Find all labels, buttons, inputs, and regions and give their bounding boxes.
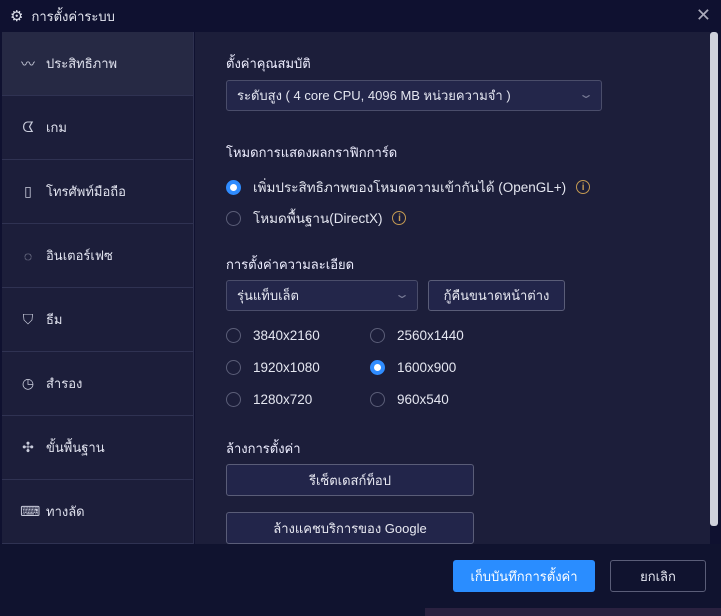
performance-heading: ตั้งค่าคุณสมบัติ: [226, 56, 311, 71]
radio-label: 2560x1440: [397, 328, 464, 343]
graphics-option-opengl[interactable]: เพิ่มประสิทธิภาพของโหมดความเข้ากันได้ (O…: [226, 176, 591, 198]
sidebar-item-label: ขั้นพื้นฐาน: [46, 440, 105, 455]
shirt-icon: ⛉: [22, 311, 34, 327]
close-icon[interactable]: ✕: [696, 5, 711, 26]
background-strip: [425, 608, 721, 616]
resolution-option[interactable]: 3840x2160: [226, 328, 320, 343]
info-icon[interactable]: i: [392, 211, 407, 225]
gamepad-icon: ᗧ: [22, 119, 34, 135]
sidebar-item-theme[interactable]: ⛉ ธีม: [2, 288, 193, 352]
graphics-heading: โหมดการแสดงผลกราฟิกการ์ด: [226, 145, 398, 160]
radio-label: 3840x2160: [253, 328, 320, 343]
gear-icon: ⚙: [10, 8, 24, 25]
restore-window-size-button[interactable]: กู้คืนขนาดหน้าต่าง: [428, 280, 565, 311]
sidebar-item-label: สำรอง: [46, 376, 83, 391]
pulse-icon: 〰: [21, 55, 35, 72]
scrollbar[interactable]: [710, 32, 718, 526]
history-icon: ◷: [21, 375, 35, 391]
radio-label: เพิ่มประสิทธิภาพของโหมดความเข้ากันได้ (O…: [253, 180, 567, 195]
radio-icon: [226, 179, 241, 195]
radio-icon: [226, 210, 241, 226]
performance-value: ระดับสูง ( 4 core CPU, 4096 MB หน่วยความ…: [237, 88, 511, 103]
radio-label: 1280x720: [253, 392, 313, 407]
resolution-option-selected[interactable]: 1600x900: [370, 360, 456, 375]
sidebar: 〰 ประสิทธิภาพ ᗧ เกม ▯ โทรศัพท์มือถือ ◌ อินเต…: [2, 32, 194, 544]
sidebar-item-basic[interactable]: ✣ ขั้นพื้นฐาน: [2, 416, 193, 480]
sidebar-item-label: โทรศัพท์มือถือ: [46, 184, 126, 199]
reset-heading: ล้างการตั้งค่า: [226, 441, 301, 456]
resolution-option[interactable]: 1280x720: [226, 392, 312, 407]
sidebar-item-game[interactable]: ᗧ เกม: [2, 96, 193, 160]
radio-icon: [370, 328, 385, 343]
sidebar-item-performance[interactable]: 〰 ประสิทธิภาพ: [2, 32, 193, 96]
reset-desktop-button[interactable]: รีเซ็ตเดสก์ท็อป: [226, 464, 474, 496]
radio-icon: [226, 392, 241, 407]
device-select[interactable]: รุ่นแท็บเล็ต ⌄: [226, 280, 418, 311]
resolution-option[interactable]: 960x540: [370, 392, 449, 407]
resolution-option[interactable]: 1920x1080: [226, 360, 320, 375]
clear-google-cache-button[interactable]: ล้างแคชบริการของ Google: [226, 512, 474, 544]
radio-label: 960x540: [397, 392, 449, 407]
chevron-down-icon: ⌄: [577, 87, 595, 101]
window-title: การตั้งค่าระบบ: [31, 8, 115, 24]
sidebar-item-label: อินเตอร์เฟซ: [46, 248, 113, 263]
puzzle-icon: ✣: [22, 439, 34, 455]
sidebar-item-backup[interactable]: ◷ สำรอง: [2, 352, 193, 416]
radio-icon: [370, 360, 385, 375]
performance-select[interactable]: ระดับสูง ( 4 core CPU, 4096 MB หน่วยความ…: [226, 80, 602, 111]
resolution-heading: การตั้งค่าความละเอียด: [226, 257, 355, 272]
info-icon[interactable]: i: [576, 180, 591, 194]
sidebar-item-label: ทางลัด: [46, 504, 85, 519]
radio-label: 1600x900: [397, 360, 457, 375]
radio-label: โหมดพื้นฐาน(DirectX): [253, 211, 383, 226]
phone-icon: ▯: [24, 183, 32, 199]
graphics-option-directx[interactable]: โหมดพื้นฐาน(DirectX) i: [226, 207, 407, 229]
radio-label: 1920x1080: [253, 360, 320, 375]
sidebar-item-phone[interactable]: ▯ โทรศัพท์มือถือ: [2, 160, 193, 224]
title-bar: ⚙ การตั้งค่าระบบ: [0, 0, 721, 32]
radio-icon: [226, 328, 241, 343]
save-settings-button[interactable]: เก็บบันทึกการตั้งค่า: [453, 560, 595, 592]
sidebar-item-label: ประสิทธิภาพ: [46, 56, 118, 71]
sidebar-item-interface[interactable]: ◌ อินเตอร์เฟซ: [2, 224, 193, 288]
settings-content: ตั้งค่าคุณสมบัติ ระดับสูง ( 4 core CPU, …: [195, 32, 710, 544]
sidebar-item-shortcuts[interactable]: ⌨ ทางลัด: [2, 480, 193, 544]
resolution-option[interactable]: 2560x1440: [370, 328, 464, 343]
palette-icon: ◌: [23, 247, 33, 264]
sidebar-item-label: ธีม: [46, 312, 63, 327]
keyboard-icon: ⌨: [20, 503, 41, 519]
chevron-down-icon: ⌄: [393, 287, 411, 301]
cancel-button[interactable]: ยกเลิก: [610, 560, 706, 592]
sidebar-item-label: เกม: [46, 120, 67, 135]
radio-icon: [226, 360, 241, 375]
radio-icon: [370, 392, 385, 407]
device-value: รุ่นแท็บเล็ต: [237, 288, 299, 303]
